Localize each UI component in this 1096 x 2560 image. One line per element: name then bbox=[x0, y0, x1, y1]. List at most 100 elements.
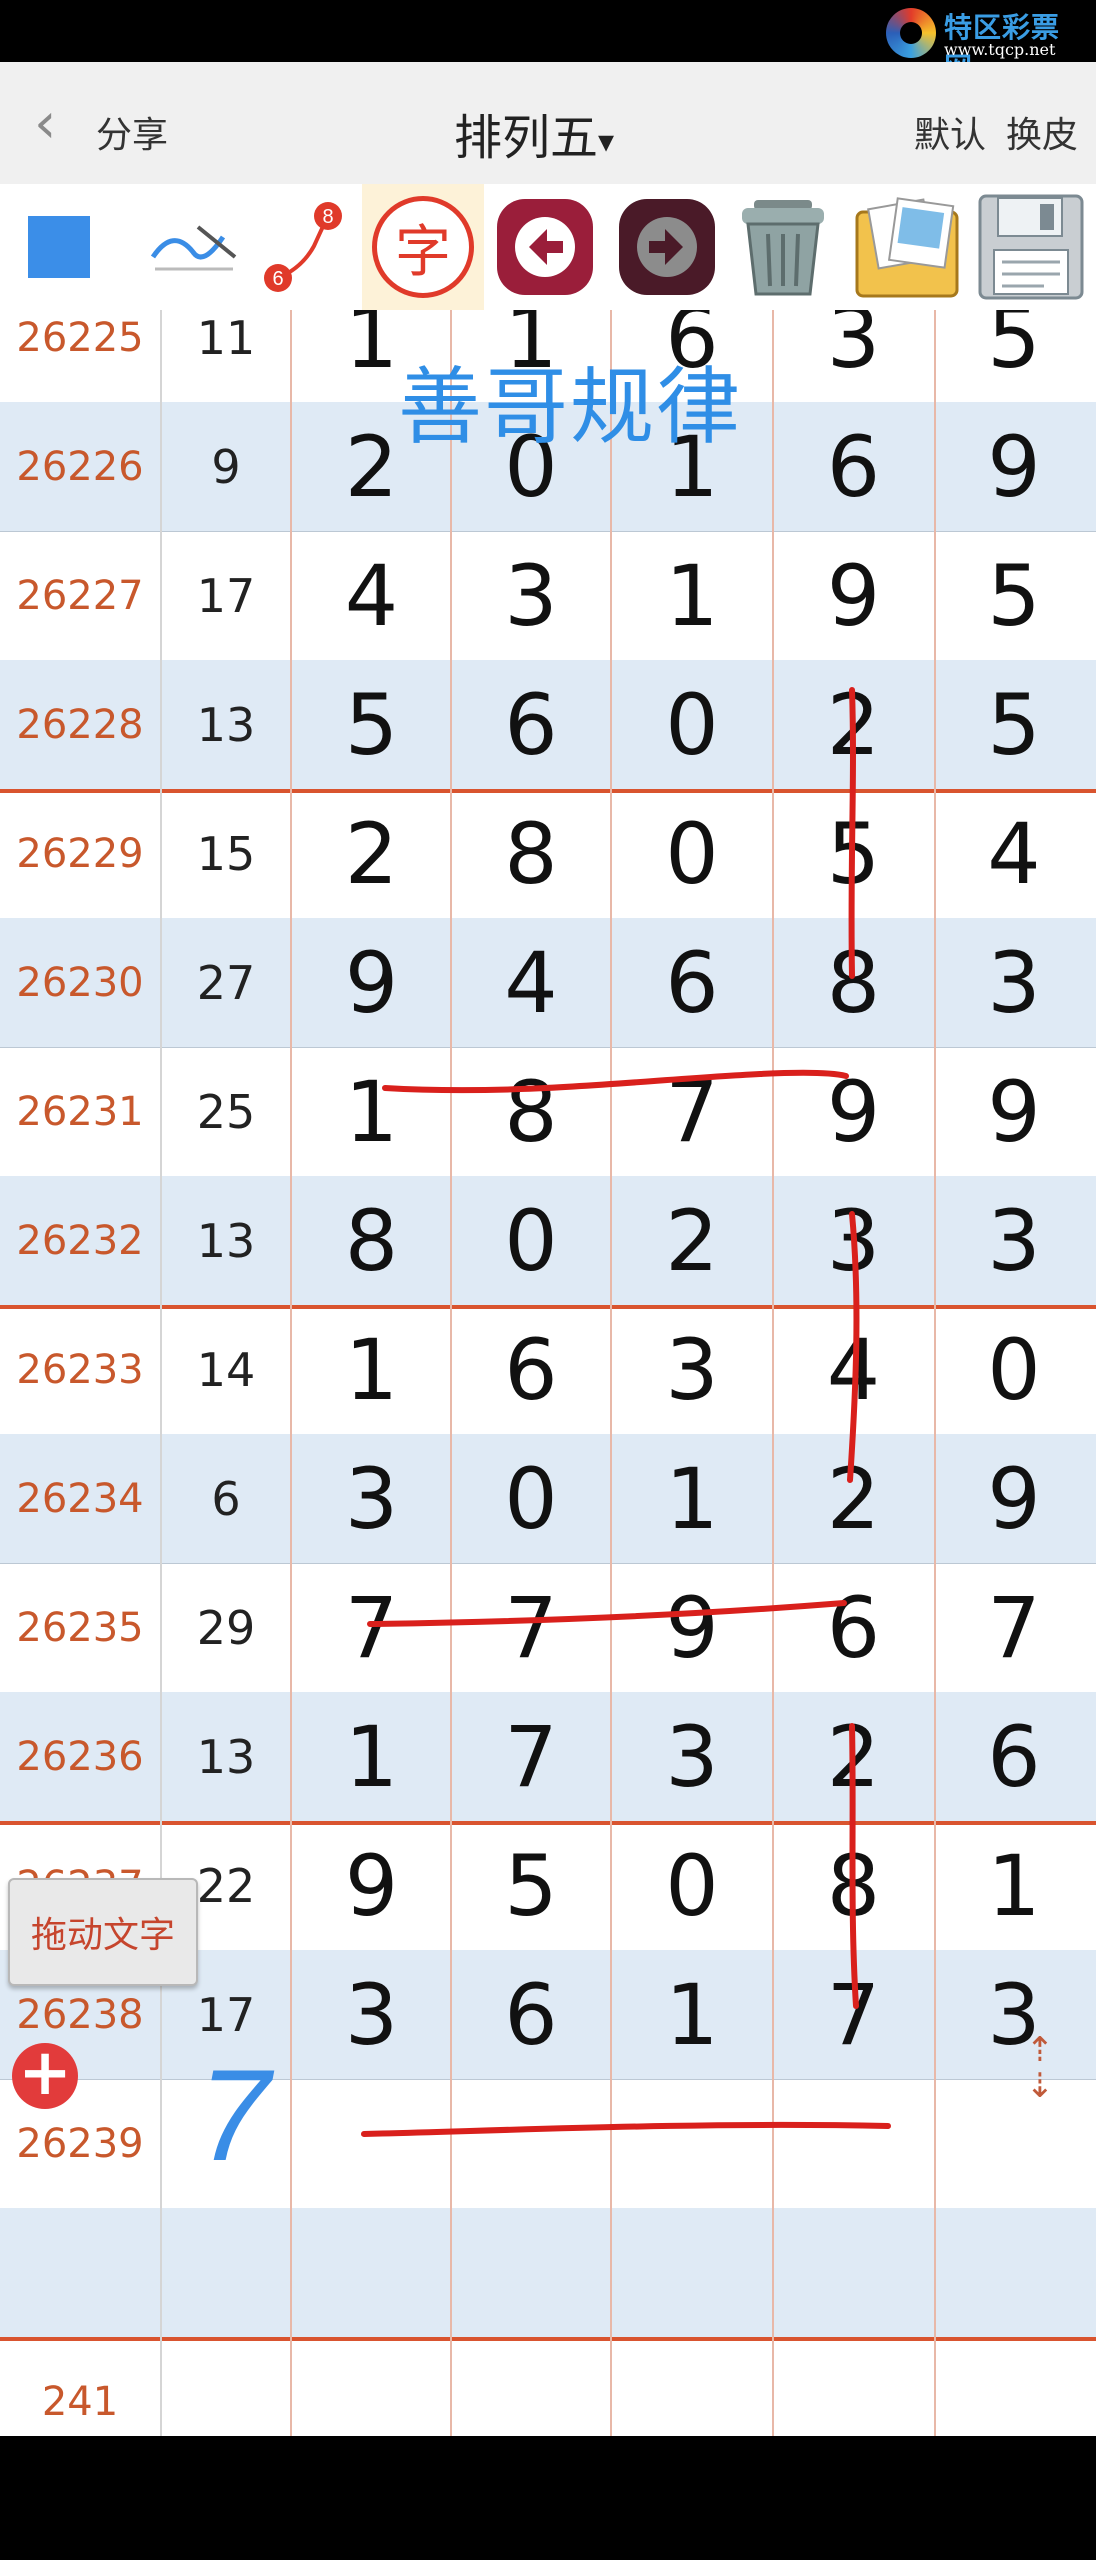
digit-cell-pos4[interactable]: 6 bbox=[773, 1563, 934, 1692]
digit-cell-pos4[interactable]: 2 bbox=[773, 660, 934, 789]
digit-cell-pos4[interactable]: 7 bbox=[773, 1950, 934, 2079]
default-button[interactable]: 默认 bbox=[914, 106, 986, 158]
digit-cell-pos2[interactable]: 0 bbox=[451, 1176, 611, 1305]
digit-cell-pos3[interactable]: 1 bbox=[611, 1950, 773, 2079]
table-row[interactable]: 26234 6 3 0 1 2 9 bbox=[0, 1434, 1096, 1564]
digit-cell-pos5[interactable]: 5 bbox=[934, 310, 1094, 402]
digit-cell-pos5[interactable]: 5 bbox=[934, 660, 1094, 789]
digit-cell-pos3[interactable] bbox=[611, 2079, 773, 2208]
digit-cell-pos3[interactable]: 1 bbox=[611, 531, 773, 660]
digit-cell-pos1[interactable]: 2 bbox=[292, 789, 451, 918]
table-row[interactable]: 241 bbox=[0, 2337, 1096, 2436]
digit-cell-pos4[interactable]: 2 bbox=[773, 1692, 934, 1821]
digit-cell-pos5[interactable]: 5 bbox=[934, 531, 1094, 660]
digit-cell-pos2[interactable]: 8 bbox=[451, 789, 611, 918]
digit-cell-pos3[interactable] bbox=[611, 2208, 773, 2337]
digit-cell-pos2[interactable] bbox=[451, 2079, 611, 2208]
table-row[interactable]: 26229 15 2 8 0 5 4 bbox=[0, 789, 1096, 919]
table-row[interactable]: 26232 13 8 0 2 3 3 bbox=[0, 1176, 1096, 1309]
digit-cell-pos2[interactable]: 4 bbox=[451, 918, 611, 1047]
table-row[interactable]: 26227 17 4 3 1 9 5 bbox=[0, 531, 1096, 661]
chevron-left-icon[interactable]: ‹ bbox=[34, 96, 56, 152]
digit-cell-pos1[interactable] bbox=[292, 2337, 451, 2436]
digit-cell-pos2[interactable]: 6 bbox=[451, 1950, 611, 2079]
digit-cell-pos1[interactable]: 5 bbox=[292, 660, 451, 789]
digit-cell-pos3[interactable]: 7 bbox=[611, 1047, 773, 1176]
table-row[interactable]: 26231 25 1 8 7 9 9 bbox=[0, 1047, 1096, 1177]
digit-cell-pos2[interactable]: 3 bbox=[451, 531, 611, 660]
digit-cell-pos2[interactable]: 6 bbox=[451, 1305, 611, 1434]
digit-cell-pos4[interactable]: 6 bbox=[773, 402, 934, 531]
digit-cell-pos2[interactable] bbox=[451, 2337, 611, 2436]
digit-cell-pos2[interactable]: 7 bbox=[451, 1692, 611, 1821]
drag-text-button[interactable]: 拖动文字 bbox=[8, 1878, 198, 1986]
digit-cell-pos4[interactable]: 8 bbox=[773, 1821, 934, 1950]
digit-cell-pos4[interactable]: 4 bbox=[773, 1305, 934, 1434]
digit-cell-pos2[interactable]: 0 bbox=[451, 1434, 611, 1563]
digit-cell-pos4[interactable]: 5 bbox=[773, 789, 934, 918]
color-tool-button[interactable] bbox=[14, 184, 104, 310]
digit-cell-pos1[interactable]: 3 bbox=[292, 1950, 451, 2079]
digit-cell-pos3[interactable]: 0 bbox=[611, 660, 773, 789]
step-line-tool-button[interactable]: 6 8 bbox=[254, 184, 354, 310]
digit-cell-pos4[interactable] bbox=[773, 2337, 934, 2436]
digit-cell-pos1[interactable]: 3 bbox=[292, 1434, 451, 1563]
gallery-button[interactable] bbox=[846, 184, 968, 310]
digit-cell-pos5[interactable] bbox=[934, 2208, 1094, 2337]
digit-cell-pos1[interactable]: 9 bbox=[292, 918, 451, 1047]
table-row[interactable]: 26233 14 1 6 3 4 0 bbox=[0, 1305, 1096, 1435]
digit-cell-pos5[interactable]: 4 bbox=[934, 789, 1094, 918]
digit-cell-pos5[interactable]: 0 bbox=[934, 1305, 1094, 1434]
digit-cell-pos3[interactable]: 3 bbox=[611, 1305, 773, 1434]
digit-cell-pos5[interactable]: 1 bbox=[934, 1821, 1094, 1950]
digit-cell-pos2[interactable] bbox=[451, 2208, 611, 2337]
digit-cell-pos5[interactable]: 6 bbox=[934, 1692, 1094, 1821]
digit-cell-pos5[interactable]: 9 bbox=[934, 1047, 1094, 1176]
digit-cell-pos2[interactable]: 8 bbox=[451, 1047, 611, 1176]
digit-cell-pos3[interactable]: 0 bbox=[611, 789, 773, 918]
digit-cell-pos5[interactable]: 9 bbox=[934, 1434, 1094, 1563]
digit-cell-pos4[interactable]: 3 bbox=[773, 1176, 934, 1305]
digit-cell-pos4[interactable]: 9 bbox=[773, 1047, 934, 1176]
text-tool-button[interactable]: 字 bbox=[362, 184, 484, 310]
digit-cell-pos3[interactable]: 1 bbox=[611, 1434, 773, 1563]
lottery-type-selector[interactable]: 排列五▾ bbox=[454, 98, 614, 168]
clear-button[interactable] bbox=[724, 184, 842, 310]
digit-cell-pos1[interactable] bbox=[292, 2208, 451, 2337]
digit-cell-pos3[interactable]: 2 bbox=[611, 1176, 773, 1305]
digit-cell-pos5[interactable]: 3 bbox=[934, 918, 1094, 1047]
digit-cell-pos1[interactable]: 1 bbox=[292, 1047, 451, 1176]
digit-cell-pos4[interactable]: 3 bbox=[773, 310, 934, 402]
redo-button[interactable] bbox=[612, 184, 722, 310]
digit-cell-pos3[interactable]: 6 bbox=[611, 918, 773, 1047]
digit-cell-pos3[interactable] bbox=[611, 2337, 773, 2436]
digit-cell-pos4[interactable]: 9 bbox=[773, 531, 934, 660]
digit-cell-pos5[interactable]: 3 bbox=[934, 1176, 1094, 1305]
table-row[interactable]: 26236 13 1 7 3 2 6 bbox=[0, 1692, 1096, 1825]
digit-cell-pos1[interactable]: 8 bbox=[292, 1176, 451, 1305]
digit-cell-pos2[interactable]: 5 bbox=[451, 1821, 611, 1950]
table-row[interactable]: 26228 13 5 6 0 2 5 bbox=[0, 660, 1096, 793]
change-skin-button[interactable]: 换皮 bbox=[1006, 106, 1078, 158]
digit-cell-pos4[interactable] bbox=[773, 2208, 934, 2337]
digit-cell-pos4[interactable]: 2 bbox=[773, 1434, 934, 1563]
digit-cell-pos3[interactable]: 0 bbox=[611, 1821, 773, 1950]
digit-cell-pos2[interactable]: 7 bbox=[451, 1563, 611, 1692]
save-button[interactable] bbox=[970, 184, 1092, 310]
up-down-arrows-icon[interactable]: ⇡ ⇣ bbox=[1010, 2032, 1070, 2112]
digit-cell-pos1[interactable] bbox=[292, 2079, 451, 2208]
digit-cell-pos4[interactable]: 8 bbox=[773, 918, 934, 1047]
digit-cell-pos5[interactable] bbox=[934, 2337, 1094, 2436]
table-row[interactable]: 26230 27 9 4 6 8 3 bbox=[0, 918, 1096, 1048]
digit-cell-pos2[interactable]: 6 bbox=[451, 660, 611, 789]
table-row[interactable]: 26239 bbox=[0, 2079, 1096, 2209]
share-button[interactable]: 分享 bbox=[96, 106, 168, 158]
pen-tool-button[interactable] bbox=[138, 184, 248, 310]
digit-cell-pos1[interactable]: 9 bbox=[292, 1821, 451, 1950]
digit-cell-pos1[interactable]: 4 bbox=[292, 531, 451, 660]
digit-cell-pos3[interactable]: 3 bbox=[611, 1692, 773, 1821]
digit-cell-pos1[interactable]: 1 bbox=[292, 1692, 451, 1821]
digit-cell-pos1[interactable]: 1 bbox=[292, 1305, 451, 1434]
table-row[interactable] bbox=[0, 2208, 1096, 2341]
digit-cell-pos3[interactable]: 9 bbox=[611, 1563, 773, 1692]
